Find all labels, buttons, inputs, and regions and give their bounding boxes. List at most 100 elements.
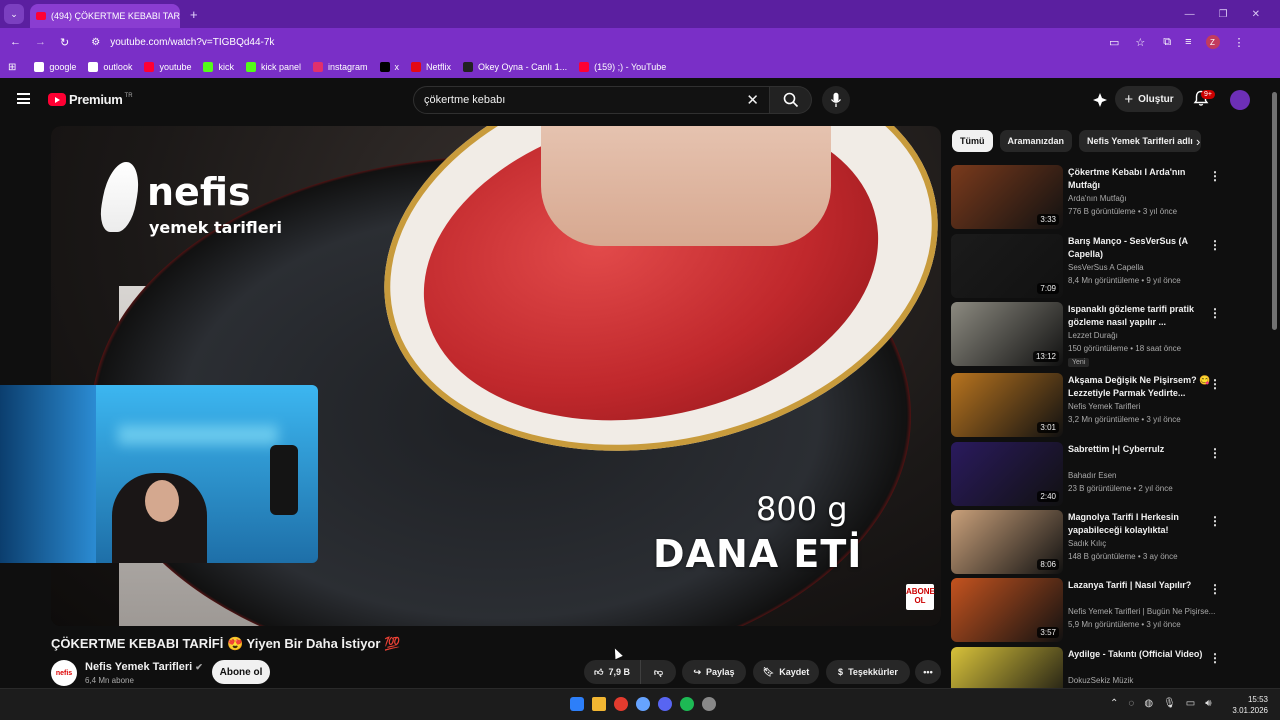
channel-name[interactable]: Nefis Yemek Tarifleri ✔ bbox=[85, 661, 203, 673]
voice-search-button[interactable] bbox=[822, 86, 850, 114]
taskbar-clock[interactable]: 15:53 3.01.2026 bbox=[1232, 694, 1268, 716]
search-input[interactable]: çökertme kebabı ✕ bbox=[413, 86, 770, 114]
window-close-icon[interactable]: ✕ bbox=[1252, 9, 1260, 20]
clear-search-icon[interactable]: ✕ bbox=[746, 91, 759, 109]
bookmark-item[interactable]: youtube bbox=[144, 62, 191, 72]
new-tab-button[interactable]: + bbox=[190, 7, 198, 22]
video-title: Barış Manço - SesVerSus (A Capella) bbox=[1068, 236, 1188, 259]
volume-icon[interactable]: 🔊︎ bbox=[1205, 698, 1211, 709]
filter-chip[interactable]: Nefis Yemek Tarifleri adlı bbox=[1079, 130, 1201, 152]
reading-list-icon[interactable]: ≡ bbox=[1185, 36, 1191, 48]
video-thumbnail[interactable]: 3:57 bbox=[951, 578, 1063, 642]
steam-tray-icon[interactable]: ◍ bbox=[1144, 698, 1153, 709]
bookmark-item[interactable]: Okey Oyna - Canlı 1... bbox=[463, 62, 567, 72]
more-options-icon[interactable]: ⋮ bbox=[1209, 377, 1221, 391]
taskbar-app-icon[interactable] bbox=[636, 697, 650, 711]
forward-icon[interactable]: → bbox=[35, 36, 46, 49]
more-options-icon[interactable]: ⋮ bbox=[1209, 514, 1221, 528]
filter-chips: Tümü Aramanızdan Nefis Yemek Tarifleri adl… bbox=[952, 130, 1212, 152]
address-bar: ← → ↻ ⚙ youtube.com/watch?v=TIGBQd44-7k … bbox=[0, 28, 1280, 56]
bookmark-item[interactable]: instagram bbox=[313, 62, 368, 72]
share-label: Paylaş bbox=[706, 667, 735, 677]
recommended-video[interactable]: 3:33 Çökertme Kebabı I Arda'nın Mutfağı Ar… bbox=[951, 165, 1251, 231]
tray-chevron-icon[interactable]: ⌃ bbox=[1110, 698, 1118, 709]
filter-chip[interactable]: Tümü bbox=[952, 130, 993, 152]
video-thumbnail[interactable]: 13:12 bbox=[951, 302, 1063, 366]
share-button[interactable]: ↪ Paylaş bbox=[682, 660, 746, 684]
taskbar-app-icon[interactable] bbox=[702, 697, 716, 711]
channel-avatar[interactable]: nefis bbox=[51, 660, 77, 686]
minimize-icon[interactable]: — bbox=[1185, 9, 1195, 20]
subscribe-button[interactable]: Abone ol bbox=[212, 660, 270, 684]
browser-menu-icon[interactable]: ⋮ bbox=[1234, 36, 1245, 49]
thanks-button[interactable]: $ Teşekkürler bbox=[826, 660, 910, 684]
subscribe-watermark-badge[interactable]: ABONE OL bbox=[906, 584, 935, 610]
mic-tray-icon[interactable]: 🎙︎ bbox=[1163, 698, 1176, 709]
cast-icon[interactable]: ▭ bbox=[1109, 36, 1119, 49]
filter-chip[interactable]: Aramanızdan bbox=[999, 130, 1073, 152]
recommended-video[interactable]: 2:40 Sabrettim |•| Cyberrulz Bahadır Esen 2… bbox=[951, 442, 1251, 508]
dislike-button[interactable]: 👎︎ bbox=[640, 660, 676, 684]
profile-avatar[interactable]: Z bbox=[1205, 35, 1220, 49]
more-options-icon[interactable]: ⋮ bbox=[1209, 238, 1221, 252]
bookmark-label: kick bbox=[218, 62, 234, 72]
browser-tab[interactable]: (494) ÇÖKERTME KEBABI TARİFİ ✕ bbox=[30, 4, 180, 28]
taskbar-app-icon[interactable] bbox=[570, 697, 584, 711]
video-title: Lazanya Tarifi | Nasıl Yapılır? bbox=[1068, 580, 1192, 590]
back-icon[interactable]: ← bbox=[10, 36, 21, 49]
tray-app-icon[interactable]: ◌ bbox=[1128, 698, 1134, 709]
url-field[interactable]: ⚙ youtube.com/watch?v=TIGBQd44-7k ▭ ☆ bbox=[83, 31, 1153, 53]
recommended-video[interactable]: 3:57 Lazanya Tarifi | Nasıl Yapılır? Nefis… bbox=[951, 578, 1251, 644]
bookmark-star-icon[interactable]: ☆ bbox=[1135, 36, 1145, 49]
bookmark-item[interactable]: kick bbox=[203, 62, 234, 72]
more-actions-button[interactable]: ••• bbox=[915, 660, 941, 684]
verified-icon: ✔ bbox=[195, 662, 203, 672]
bookmark-item[interactable]: Netflix bbox=[411, 62, 451, 72]
extensions-icon[interactable]: ⧉ bbox=[1163, 36, 1171, 49]
recommended-video[interactable]: 8:06 Magnolya Tarifi I Herkesin yapabilec… bbox=[951, 510, 1251, 576]
reload-icon[interactable]: ↻ bbox=[60, 36, 69, 49]
chips-next-icon[interactable]: › bbox=[1196, 134, 1200, 149]
taskbar-app-icon[interactable] bbox=[614, 697, 628, 711]
taskbar-app-icon[interactable] bbox=[658, 697, 672, 711]
bookmark-item[interactable]: kick panel bbox=[245, 62, 301, 72]
page-scrollbar[interactable] bbox=[1272, 92, 1277, 330]
ai-sparkle-icon[interactable] bbox=[1092, 92, 1108, 108]
recommended-video[interactable]: 13:12 Ispanaklı gözleme tarifi pratik göz… bbox=[951, 302, 1251, 368]
search-button[interactable] bbox=[770, 86, 812, 114]
taskbar-app-icon[interactable] bbox=[592, 697, 606, 711]
site-info-icon[interactable]: ⚙ bbox=[91, 37, 100, 48]
like-button[interactable]: 👍︎ 7,9 B bbox=[584, 660, 640, 684]
bookmark-item[interactable]: outlook bbox=[88, 62, 132, 72]
video-thumbnail[interactable]: 3:33 bbox=[951, 165, 1063, 229]
super-thanks-icon: $ bbox=[838, 667, 844, 677]
youtube-logo[interactable]: Premium TR bbox=[48, 92, 133, 107]
more-options-icon[interactable]: ⋮ bbox=[1209, 306, 1221, 320]
logo-region: TR bbox=[124, 92, 133, 99]
video-thumbnail[interactable]: 7:09 bbox=[951, 234, 1063, 298]
tab-search-icon[interactable]: ⌄ bbox=[4, 4, 24, 24]
recommended-video[interactable]: 7:09 Barış Manço - SesVerSus (A Capella) S… bbox=[951, 234, 1251, 300]
video-thumbnail[interactable]: 3:01 bbox=[951, 373, 1063, 437]
maximize-icon[interactable]: ❐ bbox=[1219, 9, 1228, 20]
taskbar-app-icon[interactable] bbox=[680, 697, 694, 711]
more-options-icon[interactable]: ⋮ bbox=[1209, 651, 1221, 665]
more-options-icon[interactable]: ⋮ bbox=[1209, 446, 1221, 460]
bookmark-item[interactable]: google bbox=[34, 62, 76, 72]
bookmark-item[interactable]: x bbox=[379, 62, 399, 72]
webcam-face bbox=[145, 480, 179, 522]
video-thumbnail[interactable]: 8:06 bbox=[951, 510, 1063, 574]
recommended-video[interactable]: 3:01 Akşama Değişik Ne Pişirsem? 😋 Lezzet… bbox=[951, 373, 1251, 439]
bookmark-item[interactable]: (159) ;) - YouTube bbox=[579, 62, 666, 72]
video-title: Akşama Değişik Ne Pişirsem? 😋 Lezzetiyle… bbox=[1068, 375, 1211, 398]
youtube-favicon-icon bbox=[36, 12, 46, 20]
save-button[interactable]: 🔖︎ Kaydet bbox=[753, 660, 819, 684]
menu-hamburger-icon[interactable] bbox=[17, 93, 30, 104]
apps-grid-icon[interactable]: ⊞ bbox=[8, 62, 16, 73]
account-avatar[interactable] bbox=[1230, 90, 1250, 110]
display-tray-icon[interactable]: ▭ bbox=[1186, 698, 1195, 709]
more-options-icon[interactable]: ⋮ bbox=[1209, 582, 1221, 596]
video-thumbnail[interactable]: 2:40 bbox=[951, 442, 1063, 506]
more-options-icon[interactable]: ⋮ bbox=[1209, 169, 1221, 183]
create-button[interactable]: + Oluştur bbox=[1115, 86, 1183, 112]
